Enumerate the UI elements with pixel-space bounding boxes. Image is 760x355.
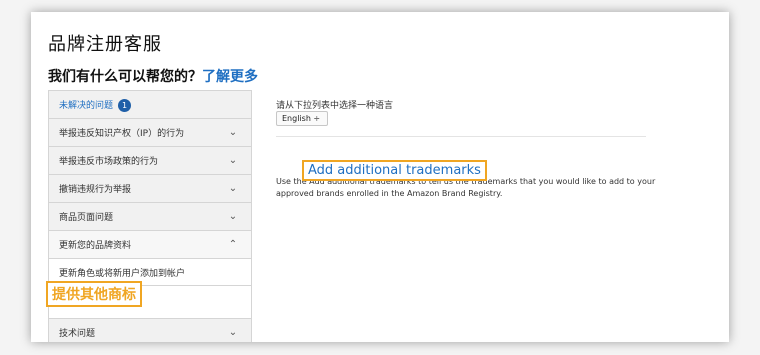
sidebar-item-product-page[interactable]: 商品页面问题 ⌄ xyxy=(49,203,251,231)
sidebar-item-label: 更新角色或将新用户添加到帐户 xyxy=(59,268,186,279)
instructions-line-2: approved brands enrolled in the Amazon B… xyxy=(276,189,503,198)
sidebar-item-label: 技术问题 xyxy=(59,329,96,339)
sidebar-item-label: 撤销违规行为举报 xyxy=(59,185,132,195)
sidebar-item-report-policy[interactable]: 举报违反市场政策的行为 ⌄ xyxy=(49,147,251,175)
page-title: 品牌注册客服 xyxy=(48,34,162,55)
chevron-down-icon: ⌄ xyxy=(228,327,238,338)
chevron-down-icon: ⌄ xyxy=(228,155,238,166)
sidebar-item-label: 举报违反知识产权（IP）的行为 xyxy=(59,129,185,139)
help-heading: 我们有什么可以帮您的？了解更多 xyxy=(48,66,258,86)
help-prefix: 我们有什么可以帮您的？ xyxy=(48,69,202,85)
chevron-down-icon: ⌄ xyxy=(228,127,238,138)
chevron-down-icon: ⌄ xyxy=(228,211,238,222)
sidebar-item-open-issues[interactable]: 未解决的问题 1 xyxy=(49,91,251,119)
learn-more-link[interactable]: 了解更多 xyxy=(202,69,258,85)
add-trademarks-callout[interactable]: 提供其他商标 xyxy=(46,281,142,307)
chevron-up-icon: ⌃ xyxy=(228,239,238,250)
sidebar-item-revoke-report[interactable]: 撤销违规行为举报 ⌄ xyxy=(49,175,251,203)
chevron-down-icon: ⌄ xyxy=(228,183,238,194)
main-frame: 品牌注册客服 我们有什么可以帮您的？了解更多 未解决的问题 1 举报违反知识产权（… xyxy=(31,12,729,342)
sidebar-item-label: 未解决的问题 xyxy=(59,100,114,111)
language-select[interactable]: English ÷ xyxy=(276,111,328,126)
sidebar-item-technical[interactable]: 技术问题 ⌄ xyxy=(49,319,251,342)
sidebar-item-label: 举报违反市场政策的行为 xyxy=(59,157,159,167)
divider xyxy=(276,136,646,137)
sidebar-item-update-brand[interactable]: 更新您的品牌资料 ⌃ xyxy=(49,231,251,259)
language-label: 请从下拉列表中选择一种语言 xyxy=(276,101,394,111)
sidebar-item-label: 商品页面问题 xyxy=(59,213,114,223)
sidebar-item-report-ip[interactable]: 举报违反知识产权（IP）的行为 ⌄ xyxy=(49,119,251,147)
add-trademarks-link[interactable]: Add additional trademarks xyxy=(302,160,487,181)
count-badge: 1 xyxy=(118,98,132,112)
sidebar-item-label: 更新您的品牌资料 xyxy=(59,241,132,251)
